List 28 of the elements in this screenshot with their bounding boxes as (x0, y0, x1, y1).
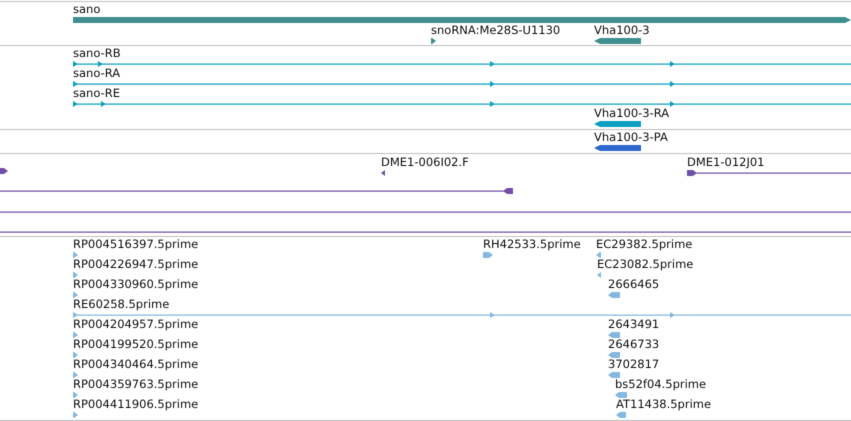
feature-label: Vha100-3 (594, 24, 650, 38)
feature-label: sano-RA (73, 67, 120, 81)
feature-label: Vha100-3-PA (594, 131, 668, 145)
feature-label: RP004340464.5prime (73, 358, 198, 372)
feature-label: DME1-006I02.F (381, 156, 469, 170)
feature-label: 2666465 (608, 278, 660, 292)
feature-label: RP004516397.5prime (73, 238, 198, 252)
feature-label: RP004226947.5prime (73, 258, 198, 272)
feature-label: DME1-012J01 (687, 156, 764, 170)
feature-label: RE60258.5prime (73, 298, 170, 312)
feature-label: 2646733 (608, 338, 660, 352)
feature-label: RP004199520.5prime (73, 338, 198, 352)
feature-label: RP004330960.5prime (73, 278, 198, 292)
feature-label: sano (73, 3, 100, 17)
feature-label: RP004204957.5prime (73, 318, 198, 332)
feature-label: RH42533.5prime (483, 238, 581, 252)
feature-label: EC23082.5prime (597, 258, 694, 272)
feature-label: 2643491 (608, 318, 660, 332)
feature-label: bs52f04.5prime (615, 378, 706, 392)
feature-label: AT11438.5prime (616, 398, 712, 412)
feature-label: RP004359763.5prime (73, 378, 198, 392)
feature-label: sano-RB (73, 47, 121, 61)
feature-label: snoRNA:Me28S-U1130 (431, 24, 560, 38)
feature-label: EC29382.5prime (596, 238, 692, 252)
feature-label: sano-RE (73, 87, 120, 101)
feature-label: RP004411906.5prime (73, 398, 198, 412)
feature-label: Vha100-3-RA (594, 107, 670, 121)
feature-label: 3702817 (608, 358, 660, 372)
